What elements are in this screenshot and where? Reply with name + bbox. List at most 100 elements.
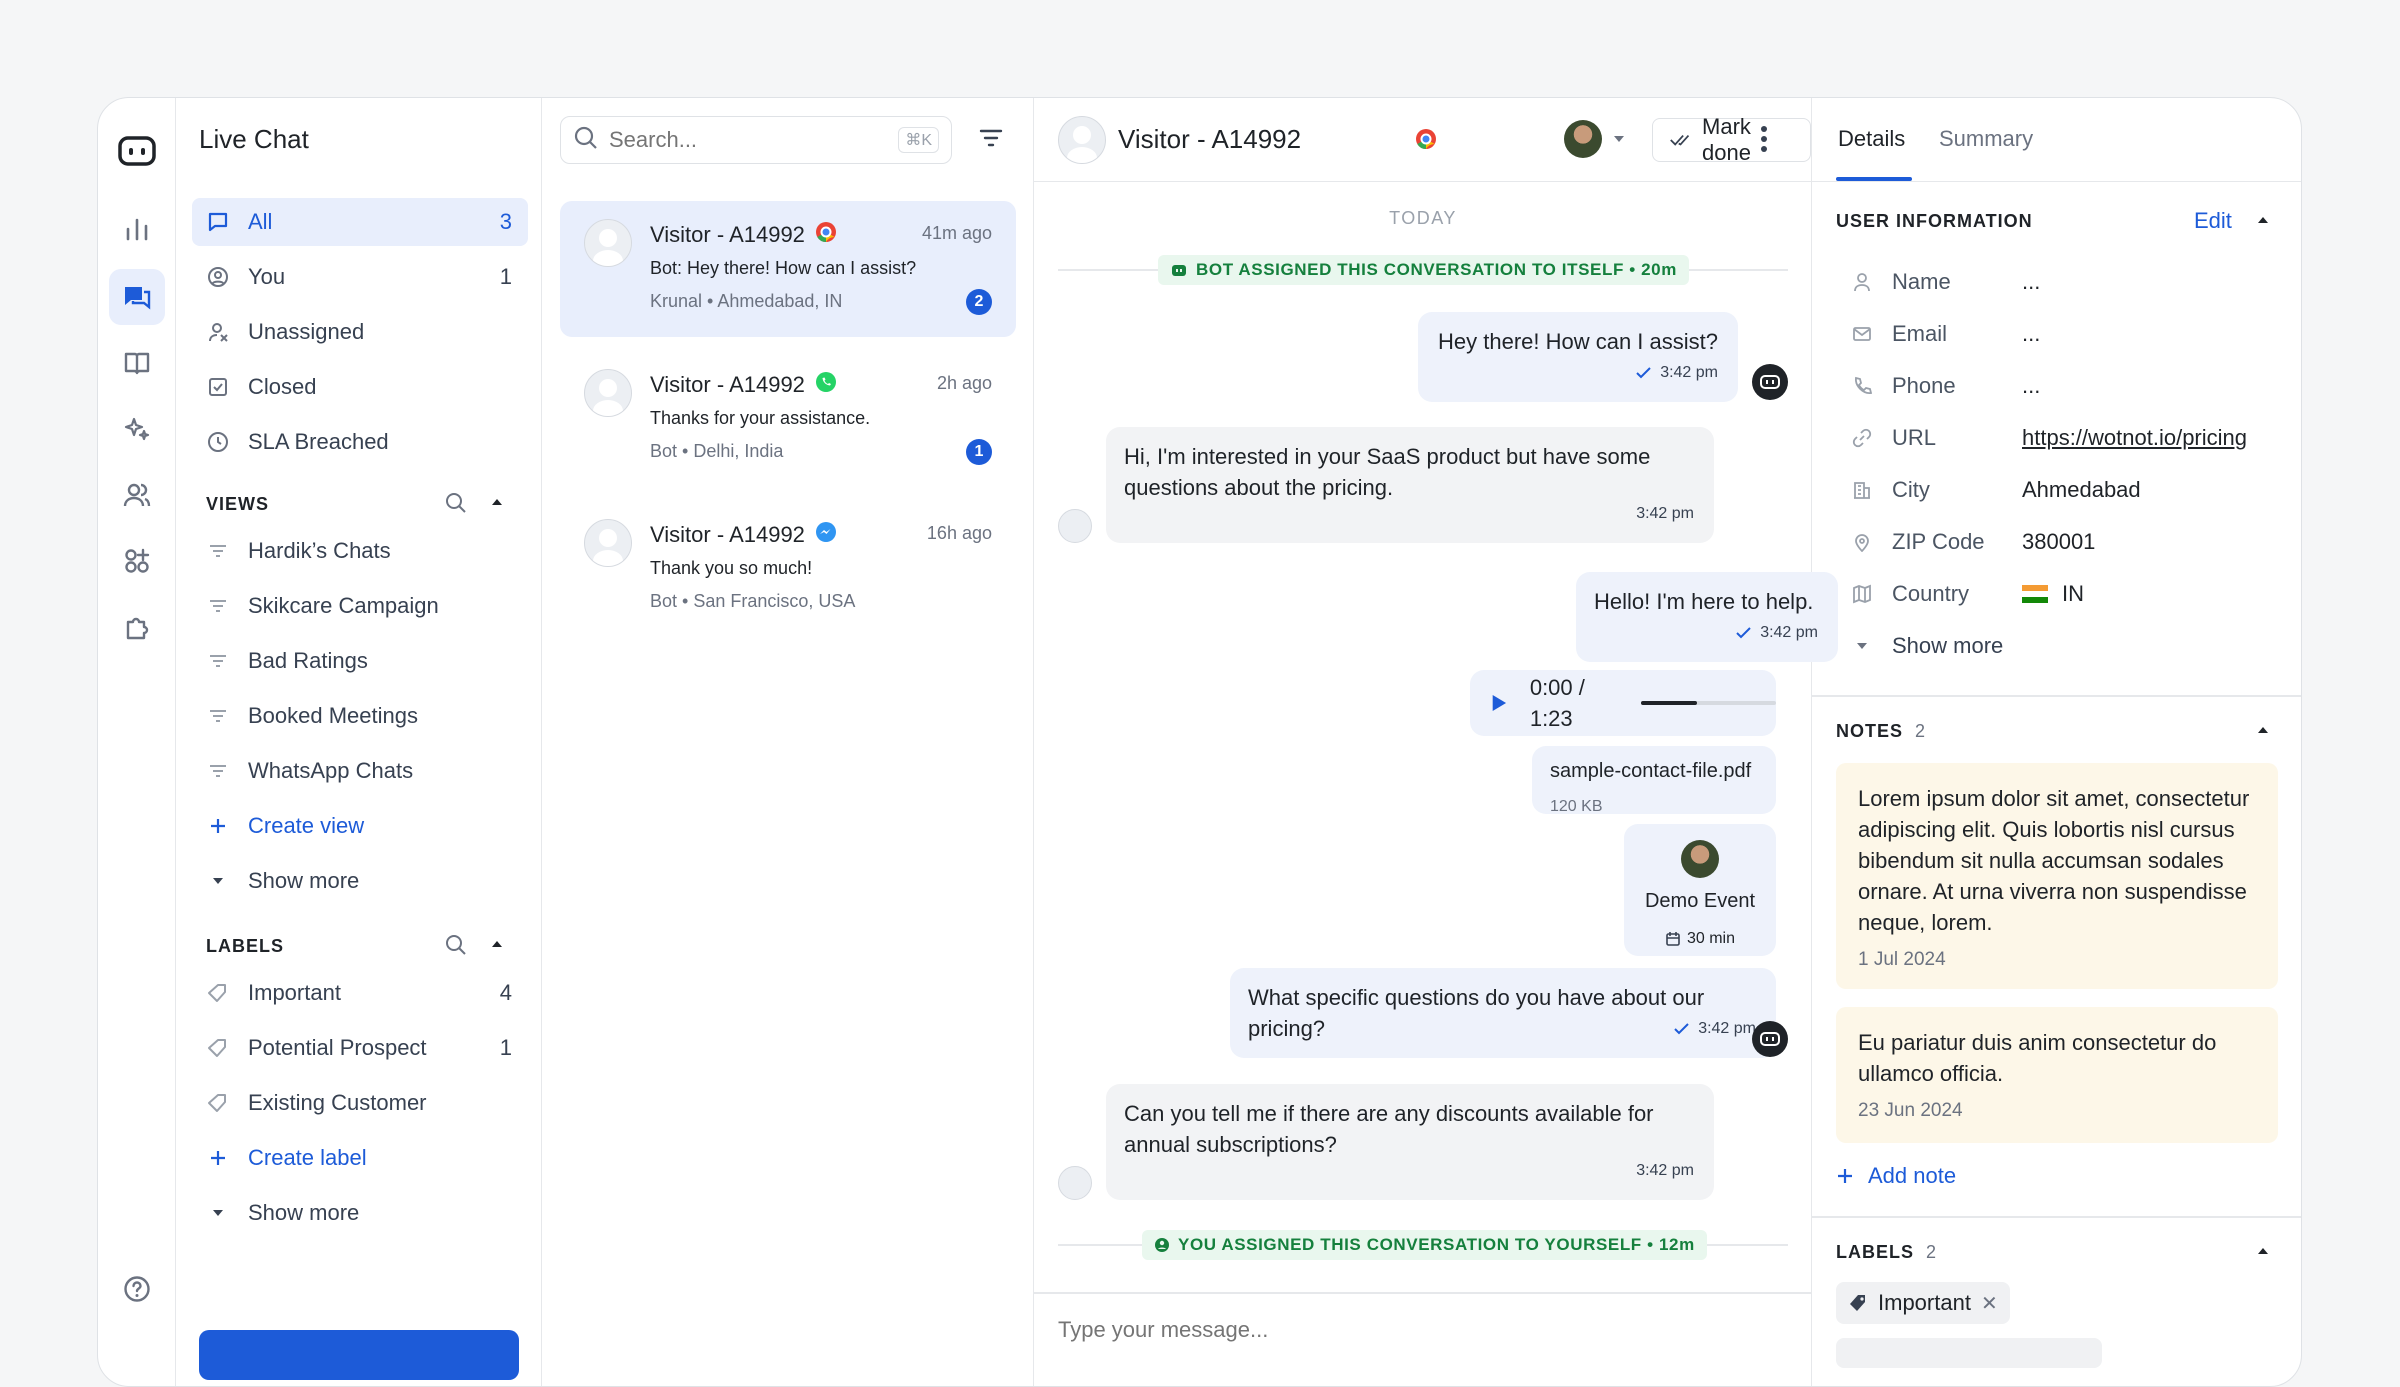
integrations-icon[interactable]	[109, 533, 165, 589]
create-label-button[interactable]: Create label	[192, 1134, 528, 1182]
conversation-location: San Francisco, USA	[693, 591, 856, 611]
notes-count: 2	[1915, 721, 1927, 741]
conversation-preview: Thanks for your assistance.	[650, 408, 871, 428]
field-label: URL	[1892, 425, 1937, 450]
assignee-selector[interactable]	[1564, 120, 1626, 158]
show-more-fields-button[interactable]: Show more	[1852, 626, 2282, 666]
nav-item-label: You	[248, 264, 286, 289]
phone-icon	[1855, 376, 1872, 394]
chat-icon[interactable]	[109, 269, 165, 325]
view-item[interactable]: Hardik’s Chats	[192, 527, 528, 575]
notes-title: NOTES 2	[1836, 721, 1926, 742]
view-label: Booked Meetings	[248, 703, 418, 728]
labels-section-title: LABELS	[206, 936, 284, 956]
primary-action-button[interactable]	[199, 1330, 519, 1380]
day-label: TODAY	[1389, 208, 1457, 228]
more-options-icon[interactable]	[1760, 124, 1768, 159]
show-more-labels-button[interactable]: Show more	[192, 1189, 528, 1237]
nav-item-sla-breached[interactable]: SLA Breached	[192, 418, 528, 466]
label-item-important[interactable]: Important 4	[192, 969, 528, 1017]
field-value: Ahmedabad	[2022, 477, 2141, 502]
nav-item-closed[interactable]: Closed	[192, 363, 528, 411]
plugin-icon[interactable]	[109, 599, 165, 655]
search-input[interactable]	[609, 127, 859, 153]
visitor-avatar	[584, 369, 632, 417]
search-box[interactable]: ⌘K	[560, 116, 952, 164]
views-search-icon[interactable]	[444, 491, 468, 520]
collapse-icon[interactable]	[2256, 213, 2270, 231]
calendar-icon	[1666, 931, 1680, 946]
filter-lines-icon	[206, 539, 230, 563]
view-item[interactable]: Bad Ratings	[192, 637, 528, 685]
analytics-icon[interactable]	[109, 201, 165, 257]
label-chip[interactable]: Important ✕	[1836, 1282, 2010, 1324]
conversation-assignee: Krunal	[650, 291, 703, 311]
nav-item-label: SLA Breached	[248, 429, 389, 454]
label-item-potential-prospect[interactable]: Potential Prospect 1	[192, 1024, 528, 1072]
nav-item-all[interactable]: All 3	[192, 198, 528, 246]
plus-icon	[1838, 1169, 1852, 1183]
nav-item-unassigned[interactable]: Unassigned	[192, 308, 528, 356]
view-item[interactable]: WhatsApp Chats	[192, 747, 528, 795]
nav-item-you[interactable]: You 1	[192, 253, 528, 301]
collapse-icon[interactable]	[2256, 723, 2270, 741]
knowledge-book-icon[interactable]	[109, 335, 165, 391]
file-attachment[interactable]: sample-contact-file.pdf 120 KB	[1532, 746, 1776, 815]
visitor-avatar-small	[1058, 509, 1092, 543]
field-label: Email	[1892, 321, 1948, 346]
note-card[interactable]: Lorem ipsum dolor sit amet, consectetur …	[1836, 763, 2278, 989]
mark-done-label: Mark done	[1702, 114, 1751, 165]
check-icon	[1736, 626, 1751, 638]
audio-progress-track[interactable]	[1640, 701, 1776, 705]
conversation-item[interactable]: Visitor - A14992 41m ago Bot: Hey there!…	[560, 201, 1016, 337]
label-chip[interactable]	[1836, 1338, 2102, 1368]
india-flag-icon	[2022, 585, 2048, 603]
labels-collapse-icon[interactable]	[490, 937, 504, 955]
label-name: Important	[248, 980, 341, 1005]
tab-summary[interactable]: Summary	[1939, 126, 2033, 152]
create-view-button[interactable]: Create view	[192, 802, 528, 850]
link-icon	[1852, 428, 1872, 448]
logo-icon[interactable]	[109, 123, 165, 179]
plus-icon	[206, 1146, 230, 1170]
collapse-icon[interactable]	[2256, 1244, 2270, 1262]
contacts-icon[interactable]	[109, 467, 165, 523]
message-bubble: Hi, I'm interested in your SaaS product …	[1106, 427, 1714, 543]
event-card[interactable]: Demo Event 30 min	[1624, 824, 1776, 956]
clock-icon	[206, 430, 230, 454]
add-note-button[interactable]: Add note	[1836, 1163, 1956, 1189]
note-card[interactable]: Eu pariatur duis anim consectetur do ull…	[1836, 1007, 2278, 1143]
edit-button[interactable]: Edit	[2194, 208, 2232, 234]
views-collapse-icon[interactable]	[490, 495, 504, 513]
url-link[interactable]: https://wotnot.io/pricing	[2022, 425, 2247, 451]
message-bubble: Hey there! How can I assist? 3:42 pm	[1418, 312, 1738, 402]
user-info-title: USER INFORMATION	[1836, 211, 2033, 231]
ai-sparkle-icon[interactable]	[109, 401, 165, 457]
tag-icon	[206, 981, 230, 1005]
conversation-preview: Thank you so much!	[650, 558, 813, 578]
file-name: sample-contact-file.pdf	[1550, 760, 1752, 782]
view-item[interactable]: Skikcare Campaign	[192, 582, 528, 630]
file-size: 120 KB	[1550, 798, 1603, 815]
show-more-label: Show more	[248, 868, 360, 893]
remove-label-icon[interactable]: ✕	[1981, 1291, 1998, 1316]
labels-search-icon[interactable]	[444, 933, 468, 962]
field-row-email: Email...	[1852, 314, 2282, 354]
visitor-avatar	[584, 219, 632, 267]
conversation-item[interactable]: Visitor - A14992 2h ago Thanks for your …	[560, 351, 1016, 487]
tab-details[interactable]: Details	[1838, 126, 1905, 152]
help-icon[interactable]	[109, 1261, 165, 1317]
label-item-existing-customer[interactable]: Existing Customer	[192, 1079, 528, 1127]
show-more-views-button[interactable]: Show more	[192, 857, 528, 905]
plus-icon	[206, 814, 230, 838]
play-icon[interactable]	[1490, 692, 1508, 714]
conversation-item[interactable]: Visitor - A14992 16h ago Thank you so mu…	[560, 501, 1016, 637]
mark-done-button[interactable]: Mark done	[1652, 114, 1811, 165]
labels-count: 2	[1926, 1242, 1938, 1262]
add-note-label: Add note	[1868, 1163, 1957, 1188]
view-item[interactable]: Booked Meetings	[192, 692, 528, 740]
label-count: 4	[499, 980, 512, 1005]
time-text: 3:42 pm	[1760, 624, 1818, 641]
filter-icon[interactable]	[978, 126, 1004, 155]
message-input[interactable]	[1058, 1310, 1778, 1350]
